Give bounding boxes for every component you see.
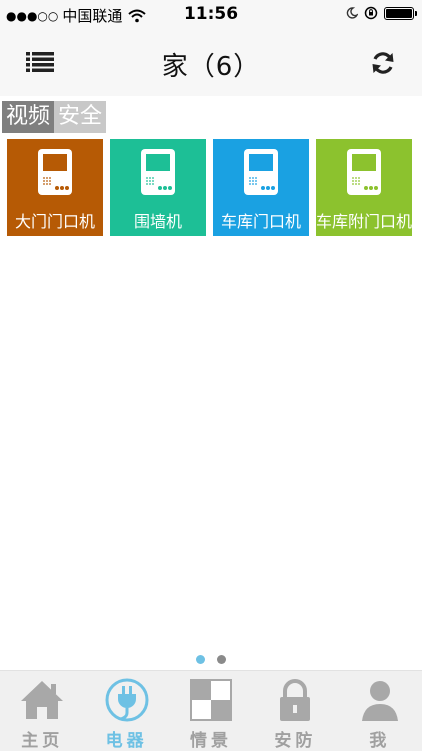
page-indicator	[0, 655, 422, 664]
battery-icon	[384, 6, 417, 20]
page-dot-1[interactable]	[196, 655, 205, 664]
tab-security[interactable]: 安全	[54, 101, 107, 133]
category-tabs: 视频 安全	[2, 101, 107, 133]
scene-icon	[190, 679, 233, 721]
lock-icon	[280, 679, 311, 721]
tab-video[interactable]: 视频	[2, 101, 55, 133]
moon-icon	[346, 7, 358, 19]
tile-label: 围墙机	[133, 212, 182, 231]
page-dot-2[interactable]	[217, 655, 226, 664]
status-right	[346, 6, 417, 20]
tab-security[interactable]: 安防	[253, 671, 337, 751]
rotation-lock-icon	[364, 6, 378, 20]
tile-main-gate[interactable]: 大门门口机	[7, 139, 103, 236]
tab-home[interactable]: 主页	[0, 671, 84, 751]
device-grid: 大门门口机 围墙机 车库门口机 车库附门口机	[7, 139, 412, 236]
plug-icon	[105, 678, 149, 722]
refresh-icon[interactable]	[370, 50, 396, 76]
tab-label: 主页	[21, 731, 64, 751]
tab-appliances[interactable]: 电器	[84, 671, 168, 751]
tab-label: 我	[369, 731, 391, 751]
tile-label: 大门门口机	[14, 212, 95, 231]
doorphone-icon	[244, 149, 278, 195]
tab-label: 安防	[274, 731, 317, 751]
tile-garage-side-door[interactable]: 车库附门口机	[316, 139, 412, 236]
doorphone-icon	[38, 149, 72, 195]
nav-bar: 家（6）	[0, 28, 422, 96]
page-title: 家（6）	[161, 52, 261, 82]
tile-garage-door[interactable]: 车库门口机	[213, 139, 309, 236]
tab-scenes[interactable]: 情景	[169, 671, 253, 751]
doorphone-icon	[141, 149, 175, 195]
tab-bar: 主页 电器 情景 安防 我	[0, 670, 422, 751]
tab-label: 情景	[190, 731, 233, 751]
user-icon	[361, 681, 398, 721]
tile-label: 车库附门口机	[316, 212, 413, 231]
tile-label: 车库门口机	[220, 212, 301, 231]
status-bar: ●●●○○ 中国联通 11:56	[0, 0, 422, 28]
doorphone-icon	[347, 149, 381, 195]
tile-wall-unit[interactable]: 围墙机	[110, 139, 206, 236]
home-icon	[21, 681, 64, 719]
tab-me[interactable]: 我	[338, 671, 422, 751]
tab-label: 电器	[105, 731, 148, 751]
